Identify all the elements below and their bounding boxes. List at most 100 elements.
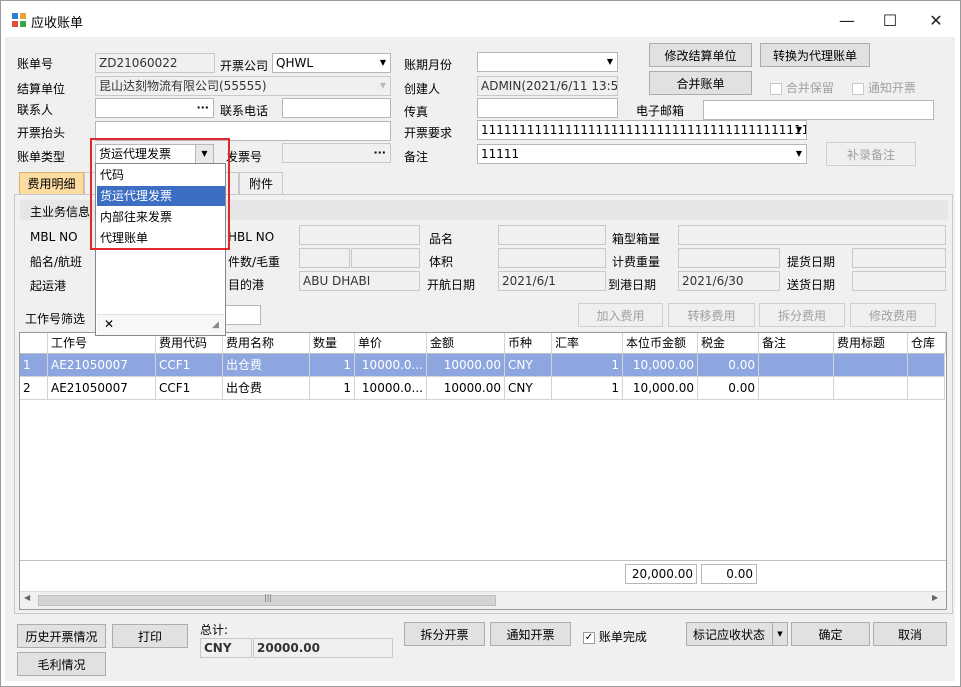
cell-fee-title — [834, 354, 908, 376]
pkg-field[interactable] — [299, 248, 350, 268]
invoice-company-select[interactable]: QHWL ▼ — [272, 53, 391, 73]
checkbox-box — [770, 82, 782, 95]
col-header-price[interactable]: 单价 — [355, 333, 427, 354]
invoice-no-field[interactable]: ··· — [282, 143, 391, 163]
add-remark-button[interactable]: 补录备注 — [826, 142, 916, 166]
bill-no-label: 账单号 — [17, 57, 54, 71]
contact-field[interactable]: ··· — [95, 98, 214, 118]
convert-agent-button[interactable]: 转换为代理账单 — [760, 43, 870, 67]
split-fee-button[interactable]: 拆分费用 — [759, 303, 845, 327]
chevron-down-icon: ▼ — [795, 149, 802, 158]
merge-bill-button[interactable]: 合并账单 — [649, 71, 752, 95]
scroll-left-icon[interactable]: ◀ — [24, 593, 30, 602]
tab-fee-detail[interactable]: 费用明细 — [19, 172, 84, 194]
hbl-label: HBL NO — [228, 230, 275, 244]
volume-field[interactable] — [498, 248, 606, 268]
cell-price: 10000.0... — [355, 354, 427, 376]
history-invoice-button[interactable]: 历史开票情况 — [17, 624, 106, 648]
phone-label: 联系电话 — [220, 104, 269, 118]
pickup-date-label: 提货日期 — [787, 255, 836, 269]
pod-field[interactable]: ABU DHABI — [299, 271, 420, 291]
cancel-button[interactable]: 取消 — [873, 622, 947, 646]
dropdown-footer — [97, 314, 224, 335]
col-header-warehouse[interactable]: 仓库 — [908, 333, 946, 354]
chevron-down-icon: ▼ — [379, 58, 386, 67]
cell-remark — [759, 377, 834, 399]
creator-field[interactable]: ADMIN(2021/6/11 13:55 — [477, 76, 618, 96]
add-fee-button[interactable]: 加入费用 — [578, 303, 663, 327]
notify-invoice-button[interactable]: 通知开票 — [490, 622, 571, 646]
tab-attachments[interactable]: 附件 — [239, 172, 283, 194]
etd-field[interactable]: 2021/6/1 — [498, 271, 606, 291]
confirm-button[interactable]: 确定 — [791, 622, 870, 646]
ellipsis-icon[interactable]: ··· — [373, 144, 386, 162]
container-field[interactable] — [678, 225, 946, 245]
horizontal-scrollbar[interactable]: ◀ ||| ▶ — [20, 591, 946, 609]
product-field[interactable] — [498, 225, 606, 245]
title-bar — [2, 2, 960, 38]
chevron-down-icon[interactable]: ▼ — [772, 623, 787, 645]
product-label: 品名 — [429, 232, 454, 246]
delivery-date-field[interactable] — [852, 271, 946, 291]
period-label: 账期月份 — [404, 58, 453, 72]
ellipsis-icon[interactable]: ··· — [196, 99, 209, 117]
remark-select[interactable]: 11111 ▼ — [477, 144, 807, 164]
invoice-req-select[interactable]: 1111111111111111111111111111111111111111… — [477, 120, 807, 140]
fee-grid: 工作号 费用代码 费用名称 数量 单价 金额 币种 汇率 本位币金额 税金 备注… — [19, 332, 947, 610]
col-header-local[interactable]: 本位币金额 — [623, 333, 698, 354]
highlight-box — [90, 138, 230, 250]
merge-keep-checkbox[interactable]: 合并保留 — [770, 79, 834, 96]
cell-warehouse — [908, 354, 945, 376]
modify-settle-button[interactable]: 修改结算单位 — [649, 43, 752, 67]
col-header-amount[interactable]: 金额 — [427, 333, 505, 354]
weight-field[interactable] — [351, 248, 420, 268]
maximize-button[interactable]: ☐ — [867, 2, 913, 38]
col-header-name[interactable]: 费用名称 — [223, 333, 310, 354]
col-header-remark[interactable]: 备注 — [759, 333, 834, 354]
close-icon[interactable]: ✕ — [104, 317, 114, 331]
eta-field[interactable]: 2021/6/30 — [678, 271, 780, 291]
email-field[interactable] — [703, 100, 934, 120]
phone-field[interactable] — [282, 98, 391, 118]
sum-tax-amount: 0.00 — [701, 564, 757, 584]
invoice-no-label: 发票号 — [226, 150, 263, 164]
minimize-button[interactable]: — — [824, 2, 870, 38]
bill-no-field[interactable]: ZD21060022 — [95, 53, 215, 73]
col-header-qty[interactable]: 数量 — [310, 333, 355, 354]
merge-keep-label: 合并保留 — [785, 81, 834, 95]
period-select[interactable]: ▼ — [477, 52, 618, 72]
col-header-rate[interactable]: 汇率 — [552, 333, 623, 354]
bill-done-checkbox[interactable]: ✓ 账单完成 — [583, 628, 647, 645]
chevron-down-icon: ▼ — [795, 125, 802, 134]
col-header[interactable] — [20, 333, 48, 354]
transfer-fee-button[interactable]: 转移费用 — [668, 303, 755, 327]
col-header-code[interactable]: 费用代码 — [156, 333, 223, 354]
filter-label: 工作号筛选 — [25, 312, 86, 326]
col-header-fee-title[interactable]: 费用标题 — [834, 333, 908, 354]
invoice-req-label: 开票要求 — [404, 126, 453, 140]
col-header-currency[interactable]: 币种 — [505, 333, 552, 354]
close-button[interactable]: ✕ — [913, 2, 959, 38]
split-invoice-button[interactable]: 拆分开票 — [404, 622, 485, 646]
settle-unit-select[interactable]: 昆山达刻物流有限公司(55555) ▼ — [95, 76, 391, 96]
table-row[interactable]: 2 AE21050007 CCF1 出仓费 1 10000.0... 10000… — [20, 377, 945, 400]
filter-field[interactable] — [224, 305, 261, 325]
table-row[interactable]: 1 AE21050007 CCF1 出仓费 1 10000.0... 10000… — [20, 354, 945, 377]
notify-invoice-checkbox[interactable]: 通知开票 — [852, 79, 916, 96]
charge-weight-field[interactable] — [678, 248, 780, 268]
window-title: 应收账单 — [31, 16, 84, 31]
modify-fee-button[interactable]: 修改费用 — [850, 303, 936, 327]
fax-field[interactable] — [477, 98, 618, 118]
col-header-tax[interactable]: 税金 — [698, 333, 759, 354]
pickup-date-field[interactable] — [852, 248, 946, 268]
gross-profit-button[interactable]: 毛利情况 — [17, 652, 106, 676]
cell-currency: CNY — [505, 377, 552, 399]
resize-grip-icon[interactable]: ◢ — [212, 320, 219, 330]
print-button[interactable]: 打印 — [112, 624, 188, 648]
chevron-down-icon: ▼ — [379, 81, 386, 90]
scroll-right-icon[interactable]: ▶ — [932, 593, 938, 602]
col-header-job[interactable]: 工作号 — [48, 333, 156, 354]
notify-invoice-checkbox-label: 通知开票 — [867, 81, 916, 95]
hbl-field[interactable] — [299, 225, 420, 245]
mark-receivable-button[interactable]: 标记应收状态 ▼ — [686, 622, 788, 646]
